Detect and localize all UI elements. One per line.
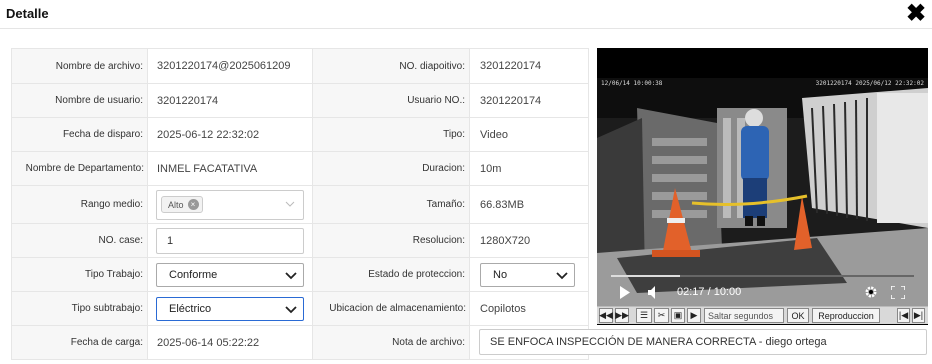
video-osd-right: 3201220174 2025/06/12 22:32:02 [815,80,924,87]
ok-button[interactable]: OK [787,308,809,323]
media-range-cell: Alto × [148,186,313,223]
form-row: Tipo Trabajo: Conforme Estado de protecc… [12,258,588,292]
seek-bar-fill [611,275,681,277]
chevron-down-icon [556,271,568,279]
work-type-value: Conforme [169,268,218,281]
detail-form: Nombre de archivo: 3201220174@2025061209… [11,48,589,360]
duration-label: Duracion: [313,152,470,185]
media-range-select[interactable]: Alto × [156,189,304,220]
protection-status-label: Estado de proteccion: [313,258,470,291]
snapshot-icon[interactable]: ▣ [671,308,685,323]
subwork-type-label: Tipo subtrabajo: [12,292,148,325]
last-frame-icon[interactable]: ▶| [912,308,925,323]
case-no-input[interactable]: 1 [156,227,304,254]
size-value: 66.83MB [480,198,525,211]
case-no-label: NO. case: [12,224,148,257]
size-label: Tamaño: [313,186,470,223]
user-no-label: Usuario NO.: [313,84,470,117]
media-range-label: Rango medio: [12,186,148,223]
remove-tag-icon[interactable]: × [187,199,199,210]
upload-date-value: 2025-06-14 05:22:22 [148,326,313,359]
form-row: Fecha de disparo: 2025-06-12 22:32:02 Ti… [12,118,588,152]
fast-forward-icon[interactable]: ▶▶ [615,308,629,323]
chevron-down-icon [285,271,297,279]
resolution-value: 1280X720 [480,234,531,247]
skip-seconds-input[interactable]: Saltar segundos [704,308,784,323]
volume-icon[interactable] [647,286,659,299]
form-row: Nombre de usuario: 3201220174 Usuario NO… [12,84,588,118]
form-row: Rango medio: Alto × Tamaño: 66.83MB [12,186,588,224]
subwork-type-value: Eléctrico [169,302,212,315]
department-value: INMEL FACATATIVA [148,152,313,185]
storage-location-value: Copilotos [480,302,526,315]
playback-toolbar: ◀◀ ▶▶ ☰ ✂ ▣ ▶ Saltar segundos OK Reprodu… [597,306,928,324]
media-range-tag-label: Alto [168,199,184,210]
storage-location-label: Ubicacion de almacenamiento: [313,292,470,325]
work-type-label: Tipo Trabajo: [12,258,148,291]
type-label: Tipo: [313,118,470,151]
file-note-input[interactable]: SE ENFOCA INSPECCIÓN DE MANERA CORRECTA … [479,329,927,355]
upload-date-label: Fecha de carga: [12,326,148,359]
trigger-date-value: 2025-06-12 22:32:02 [148,118,313,151]
playback-button[interactable]: Reproduccion [812,308,880,323]
gear-icon[interactable] [864,285,878,299]
first-frame-icon[interactable]: |◀ [897,308,910,323]
close-icon[interactable]: ✖ [905,2,927,26]
video-osd-left: 12/06/14 10:00:38 [601,80,663,87]
file-name-label: Nombre de archivo: [12,49,148,83]
protection-status-value: No [493,268,508,281]
user-name-value: 3201220174 [148,84,313,117]
form-row: NO. case: 1 Resolucion: 1280X720 [12,224,588,258]
type-value: Video [480,128,508,141]
frame-step-icon[interactable]: ▶ [687,308,701,323]
subwork-type-cell: Eléctrico [148,292,313,325]
media-range-tag: Alto × [161,196,203,213]
seek-bar[interactable] [611,275,914,277]
protection-status-select[interactable]: No [480,262,575,287]
dialog-header: Detalle ✖ [0,0,932,29]
duration-value: 10m [480,162,502,175]
file-note-label: Nota de archivo: [313,326,470,359]
work-type-select[interactable]: Conforme [156,262,304,287]
device-no-label: NO. diapoitivo: [313,49,470,83]
chevron-down-icon [285,305,297,313]
device-no-value: 3201220174 [480,60,542,72]
user-name-label: Nombre de usuario: [12,84,148,117]
trigger-date-label: Fecha de disparo: [12,118,148,151]
list-icon[interactable]: ☰ [636,308,652,323]
dialog-title: Detalle [6,6,49,21]
form-row: Tipo subtrabajo: Eléctrico Ubicacion de … [12,292,588,326]
protection-status-cell: No [470,258,588,291]
work-type-cell: Conforme [148,258,313,291]
department-label: Nombre de Departamento: [12,152,148,185]
video-time: 02:17 / 10:00 [677,286,742,298]
case-no-cell: 1 [148,224,313,257]
chevron-down-icon [285,201,295,207]
scissors-icon[interactable]: ✂ [654,308,669,323]
form-row: Nombre de Departamento: INMEL FACATATIVA… [12,152,588,186]
resolution-label: Resolucion: [313,224,470,257]
rewind-icon[interactable]: ◀◀ [599,308,613,323]
file-name-value: 3201220174@2025061209 [148,49,313,83]
user-no-value: 3201220174 [480,94,542,107]
play-icon[interactable] [619,286,631,299]
video-player[interactable]: 12/06/14 10:00:38 3201220174 2025/06/12 … [597,48,928,325]
fullscreen-icon[interactable] [891,286,905,299]
form-row: Nombre de archivo: 3201220174@2025061209… [12,49,588,84]
subwork-type-select[interactable]: Eléctrico [156,296,304,321]
